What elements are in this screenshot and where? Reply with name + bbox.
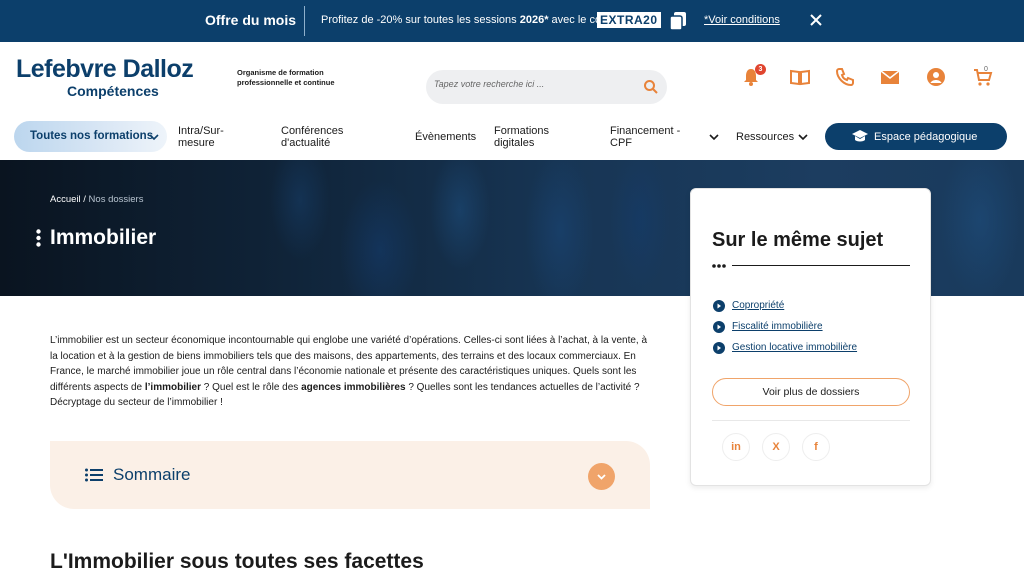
promo-conditions-link[interactable]: *Voir conditions [704,14,780,26]
title-underline [732,265,910,266]
related-link-label: Fiscalité immobilière [732,321,823,332]
copy-icon[interactable] [669,11,687,31]
x-share-button[interactable]: X [762,433,790,461]
x-icon: X [772,441,780,453]
search-icon[interactable] [643,79,659,95]
breadcrumb-current: Nos dossiers [88,194,144,205]
chevron-down-icon [149,134,159,141]
facebook-share-button[interactable]: f [802,433,830,461]
phone-icon[interactable] [834,66,856,88]
close-icon[interactable] [808,12,824,28]
cart-icon[interactable] [972,66,994,88]
facebook-icon: f [814,441,818,453]
related-link-label: Gestion locative immobilière [732,342,858,353]
breadcrumb: Accueil / Nos dossiers [50,194,143,205]
cart-badge: 0 [984,66,988,73]
divider [712,420,910,421]
nav-conferences[interactable]: Conférences d'actualité [281,125,361,149]
arrow-circle-icon [713,342,725,354]
intro-paragraph: L’immobilier est un secteur économique i… [50,335,648,408]
espace-pedagogique-label: Espace pédagogique [874,131,978,143]
sommaire-label: Sommaire [113,465,191,484]
arrow-circle-icon [713,300,725,312]
nav-financement[interactable]: Financement - CPF [610,125,692,149]
chevron-down-icon [798,134,808,141]
dots-icon [36,229,41,247]
search-input[interactable] [434,79,634,89]
promo-banner: Offre du mois Profitez de -20% sur toute… [0,0,1024,42]
promo-divider [304,6,305,36]
nav-intra[interactable]: Intra/Sur-mesure [178,125,248,149]
breadcrumb-separator: / [80,194,89,205]
expand-button[interactable] [588,463,615,490]
more-dossiers-button[interactable]: Voir plus de dossiers [712,378,910,406]
chevron-down-icon [597,474,606,480]
related-link-label: Copropriété [732,300,785,311]
promo-code: EXTRA20 [597,12,661,28]
espace-pedagogique-button[interactable]: Espace pédagogique [825,123,1007,150]
user-icon[interactable] [925,66,947,88]
book-icon[interactable] [789,66,811,88]
arrow-circle-icon [713,321,725,333]
page-title: Immobilier [50,226,157,249]
nav-evenements[interactable]: Évènements [415,131,476,143]
promo-title: Offre du mois [205,12,297,28]
graduation-cap-icon [852,130,868,142]
breadcrumb-home[interactable]: Accueil [50,194,81,205]
nav-all-trainings[interactable]: Toutes nos formations [14,121,167,152]
linkedin-icon: in [731,441,741,453]
logo[interactable]: Lefebvre Dalloz Compétences [16,55,194,99]
linkedin-share-button[interactable]: in [722,433,750,461]
related-title: Sur le même sujet [712,229,884,251]
logo-sub: Compétences [67,83,159,99]
dots-icon [712,264,726,268]
logo-main: Lefebvre Dalloz [16,55,194,83]
related-topics-card: Sur le même sujet Copropriété Fiscalité … [690,188,931,486]
search-bar [426,70,667,104]
section-title: L'Immobilier sous toutes ses facettes [50,550,424,573]
nav-digitales[interactable]: Formations digitales [494,125,564,149]
chevron-down-icon [709,134,719,141]
main-nav: Toutes nos formations Intra/Sur-mesure C… [0,118,1024,156]
notification-badge: 3 [755,64,766,75]
promo-text: Profitez de -20% sur toutes les sessions… [321,14,614,26]
list-icon [85,468,103,482]
nav-ressources[interactable]: Ressources [736,131,794,143]
mail-icon[interactable] [879,66,901,88]
tagline: Organisme de formation professionnelle e… [237,68,335,87]
nav-all-label: Toutes nos formations [30,130,154,142]
sommaire-toggle[interactable]: Sommaire [50,441,650,509]
